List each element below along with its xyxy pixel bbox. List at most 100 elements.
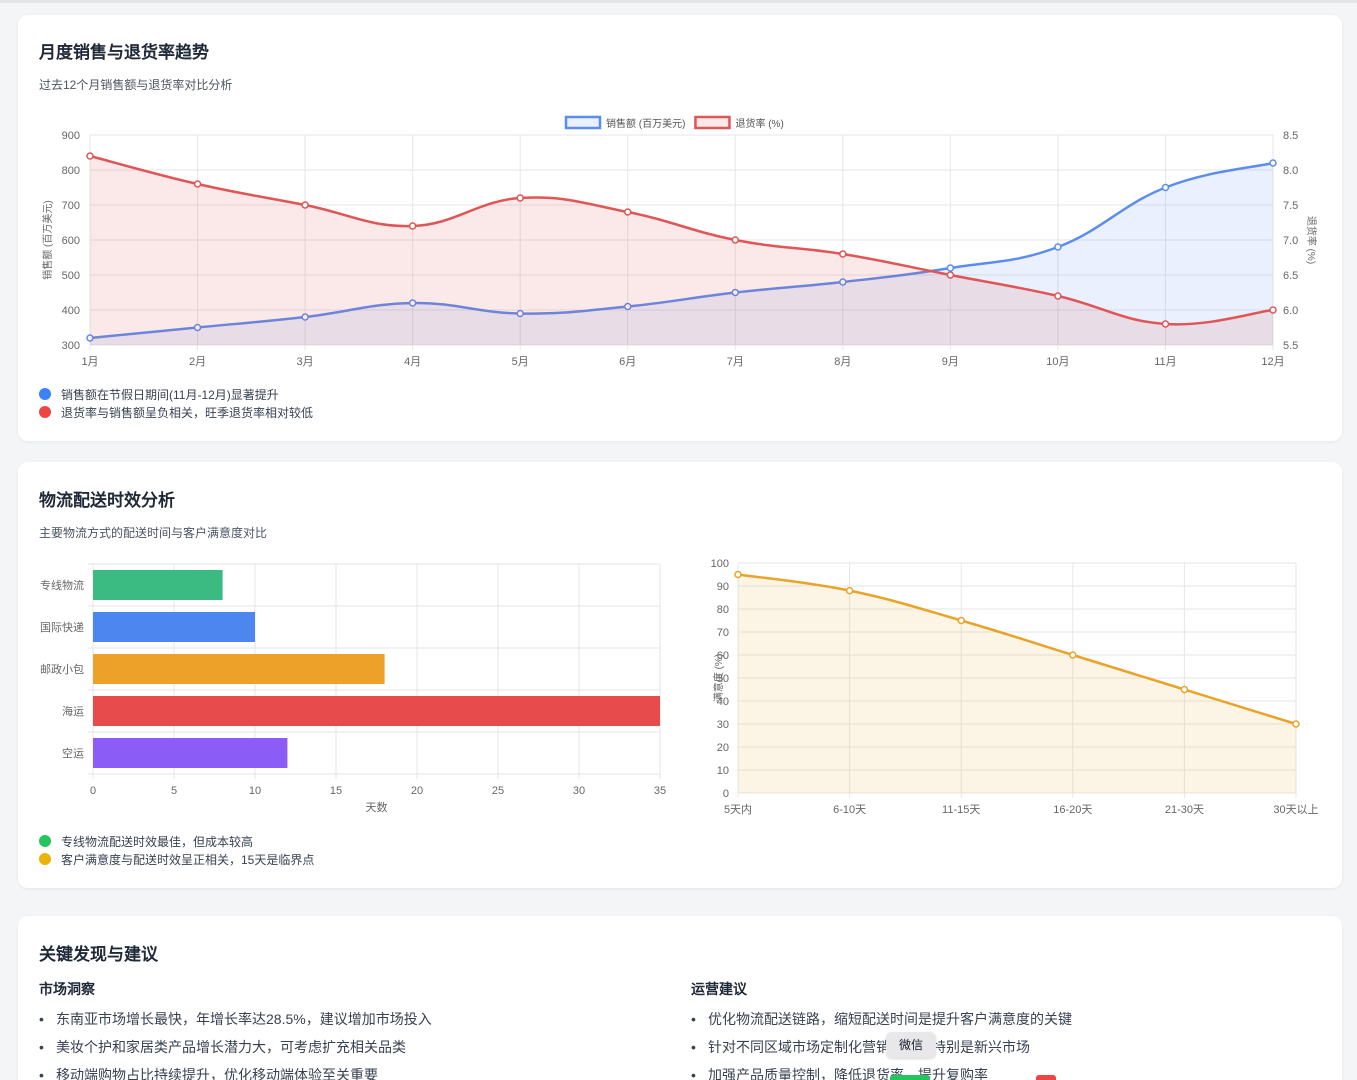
x-tick-label: 1月 <box>81 356 98 368</box>
red-dot-icon <box>39 406 51 418</box>
legend-swatch <box>694 115 731 130</box>
y-tick-label: 400 <box>62 305 80 317</box>
bar <box>93 612 255 642</box>
list-item: • 加强产品质量控制，降低退货率，提升复购率 <box>691 1067 988 1080</box>
y-axis-title: 销售额 (百万美元) <box>41 200 54 279</box>
x-tick-label: 5天内 <box>724 802 752 816</box>
y-tick-label: 700 <box>62 200 80 212</box>
y-tick-label: 100 <box>711 558 729 570</box>
x-tick-label: 2月 <box>189 356 206 368</box>
data-point <box>734 570 742 579</box>
data-point <box>957 616 965 625</box>
x-tick-label: 30天以上 <box>1273 803 1318 816</box>
y2-axis-title: 退货率 (%) <box>1305 216 1318 264</box>
wechat-tooltip: 微信 <box>886 1032 936 1058</box>
x-tick-label: 5 <box>171 785 177 797</box>
bar <box>93 654 385 684</box>
x-tick-label: 3月 <box>297 356 314 368</box>
y-tick-label: 600 <box>62 235 80 247</box>
x-tick-label: 10月 <box>1046 356 1069 368</box>
y-tick-label: 10 <box>717 765 729 777</box>
y-tick-label: 90 <box>717 581 729 593</box>
note-item: 销售额在节假日期间(11月-12月)显著提升 <box>39 385 313 403</box>
section-title: 关键发现与建议 <box>39 945 158 964</box>
bar <box>93 738 288 768</box>
blue-dot-icon <box>39 388 51 400</box>
x-tick-label: 11月 <box>1154 356 1176 368</box>
y-axis-title: 满意度 (%) <box>712 654 725 702</box>
data-point <box>946 264 955 272</box>
y-tick-label: 空运 <box>62 746 84 760</box>
y2-tick-label: 7.5 <box>1283 200 1298 212</box>
list-item: • 针对不同区域市场定制化营销策略，特别是新兴市场 <box>691 1039 1030 1055</box>
data-point <box>839 250 847 258</box>
y-tick-label: 300 <box>62 340 80 352</box>
legend-label: 销售额 (百万美元) <box>606 117 685 130</box>
y2-tick-label: 7.0 <box>1283 235 1298 247</box>
list-item: • 东南亚市场增长最快，年增长率达28.5%，建议增加市场投入 <box>39 1011 432 1027</box>
bar <box>93 696 660 726</box>
window-top-border <box>0 0 1357 3</box>
y-tick-label: 专线物流 <box>40 578 84 592</box>
y2-tick-label: 8.0 <box>1283 165 1298 177</box>
operation-suggestions: 运营建议 • 优化物流配送链路，缩短配送时间是提升客户满意度的关键 • 针对不同区域… <box>691 979 1311 1080</box>
y2-tick-label: 6.0 <box>1283 305 1298 317</box>
section-subtitle: 过去12个月销售额与退货率对比分析 <box>39 78 233 92</box>
data-point <box>1180 685 1189 694</box>
y-tick-label: 800 <box>62 165 80 177</box>
delivery-time-bar-chart[interactable]: 0 5 10 15 20 25 30 35 专线物流国际快递邮政小包海运空运天数 <box>18 552 678 817</box>
data-point <box>193 180 202 188</box>
market-insights: 市场洞察 • 东南亚市场增长最快，年增长率达28.5%，建议增加市场投入 • 美妆个… <box>39 979 659 1080</box>
red-tab-indicator <box>1036 1075 1056 1080</box>
x-tick-label: 0 <box>90 785 96 797</box>
chart-notes: 销售额在节假日期间(11月-12月)显著提升 退货率与销售额呈负相关，旺季退货率… <box>39 385 313 421</box>
x-tick-label: 15 <box>330 785 342 797</box>
y-tick-label: 80 <box>717 604 729 616</box>
green-dot-icon <box>39 835 51 847</box>
x-tick-label: 30 <box>573 785 585 797</box>
y-tick-label: 70 <box>717 627 729 639</box>
x-axis-title: 天数 <box>366 801 388 814</box>
y2-tick-label: 8.5 <box>1283 130 1298 142</box>
chart-notes: 专线物流配送时效最佳，但成本较高 客户满意度与配送时效呈正相关，15天是临界点 <box>39 832 314 868</box>
x-tick-label: 12月 <box>1261 356 1284 368</box>
x-tick-label: 11-15天 <box>942 804 980 816</box>
data-point <box>301 201 309 209</box>
data-point <box>623 208 632 216</box>
data-point <box>1161 320 1170 328</box>
data-point <box>1054 292 1062 300</box>
y2-tick-label: 5.5 <box>1283 340 1298 352</box>
bar <box>93 570 223 600</box>
data-point <box>1292 720 1300 728</box>
data-point <box>1161 183 1170 192</box>
sales-returns-card: 月度销售与退货率趋势 过去12个月销售额与退货率对比分析 300 400 500 60… <box>18 15 1342 441</box>
section-subtitle: 主要物流方式的配送时间与客户满意度对比 <box>39 526 268 540</box>
data-point <box>516 194 524 202</box>
data-point <box>1054 243 1062 251</box>
data-point <box>946 271 955 279</box>
satisfaction-line-chart[interactable]: 01020304050607080901005天内 6-10天 11-15天 16-2… <box>688 552 1328 817</box>
x-tick-label: 16-20天 <box>1053 804 1092 816</box>
x-tick-label: 10 <box>249 785 261 797</box>
sales-returns-line-chart[interactable]: 300 400 500 600 700 800 900 5.5 6.0 6.5 7.0 7.5 8.0 8… <box>18 110 1342 380</box>
findings-card: 关键发现与建议 市场洞察 • 东南亚市场增长最快，年增长率达28.5%，建议增加市… <box>18 916 1342 1080</box>
x-tick-label: 9月 <box>942 356 959 368</box>
y-tick-label: 海运 <box>62 704 84 718</box>
x-tick-label: 7月 <box>727 356 744 368</box>
green-tab-indicator <box>890 1075 930 1080</box>
section-title: 物流配送时效分析 <box>39 491 175 510</box>
note-item: 专线物流配送时效最佳，但成本较高 <box>39 832 314 850</box>
x-tick-label: 6月 <box>619 356 636 368</box>
data-point <box>1069 651 1077 659</box>
y-tick-label: 30 <box>717 719 729 731</box>
y-tick-label: 20 <box>717 742 729 754</box>
legend-swatch <box>564 115 602 130</box>
x-tick-label: 35 <box>654 785 666 797</box>
section-title: 月度销售与退货率趋势 <box>39 43 209 62</box>
data-point <box>1269 306 1277 314</box>
list-item: • 优化物流配送链路，缩短配送时间是提升客户满意度的关键 <box>691 1011 1072 1027</box>
data-point <box>1269 159 1277 167</box>
y-tick-label: 500 <box>62 270 80 282</box>
yellow-dot-icon <box>39 853 51 865</box>
legend-label: 退货率 (%) <box>735 117 783 130</box>
